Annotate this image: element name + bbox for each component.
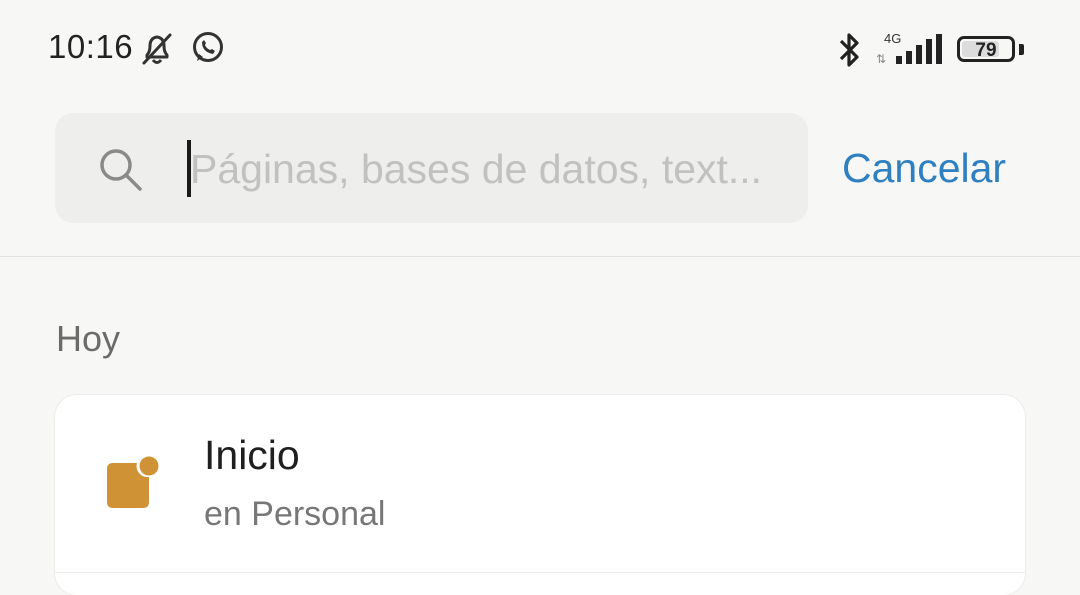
battery-tip xyxy=(1019,44,1024,55)
signal-icon xyxy=(896,34,942,64)
text-caret xyxy=(187,140,191,197)
page-icon-dot xyxy=(139,456,159,476)
search-icon xyxy=(100,149,142,191)
search-input[interactable] xyxy=(190,139,800,199)
battery-icon: 79 xyxy=(957,36,1015,62)
battery-percent: 79 xyxy=(975,40,997,61)
page-icon xyxy=(107,456,159,508)
status-bar: 10:16 4G ⇅ 79 xyxy=(0,0,1080,100)
header-divider xyxy=(0,256,1080,257)
list-item-title[interactable]: Inicio xyxy=(204,432,300,479)
recent-item-card[interactable] xyxy=(55,395,1025,595)
bluetooth-icon xyxy=(839,33,859,67)
bell-off-icon xyxy=(142,33,172,65)
whatsapp-icon xyxy=(193,32,223,62)
status-time: 10:16 xyxy=(48,28,134,65)
data-arrows-icon: ⇅ xyxy=(876,52,886,66)
section-label-today: Hoy xyxy=(56,318,121,359)
cancel-button[interactable]: Cancelar xyxy=(842,145,1006,192)
row-divider xyxy=(55,572,1025,573)
list-item-subtitle: en Personal xyxy=(204,495,386,533)
